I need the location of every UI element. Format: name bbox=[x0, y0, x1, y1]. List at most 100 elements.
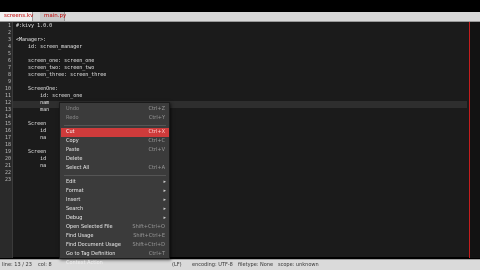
line-number: 3 bbox=[7, 37, 11, 43]
code-line: Screen bbox=[16, 121, 47, 127]
line-number: 9 bbox=[7, 79, 11, 85]
menu-item-label: Open Selected File bbox=[66, 224, 113, 230]
line-number: 11 bbox=[4, 93, 11, 99]
menu-item-label: Insert bbox=[66, 197, 81, 203]
code-line: id bbox=[16, 156, 47, 162]
line-number: 21 bbox=[4, 163, 11, 169]
line-number: 17 bbox=[4, 135, 11, 141]
menu-item-label: Cut bbox=[66, 129, 75, 135]
menu-item-undo[interactable]: Undo Ctrl+Z bbox=[61, 105, 169, 114]
menu-item-shortcut: Shift+Ctrl+E bbox=[133, 233, 165, 239]
menu-item-label: Redo bbox=[66, 115, 79, 121]
menu-separator bbox=[64, 175, 166, 176]
menu-item-redo[interactable]: Redo Ctrl+Y bbox=[61, 114, 169, 123]
status-eol-mode: (LF) bbox=[172, 262, 182, 268]
menu-item-label: Undo bbox=[66, 106, 80, 112]
code-line: na bbox=[16, 135, 47, 141]
status-filetype: filetype: None bbox=[238, 262, 274, 268]
menu-item-shortcut: Ctrl+T bbox=[148, 251, 165, 257]
status-scope: scope: unknown bbox=[278, 262, 319, 268]
context-menu: Undo Ctrl+Z Redo Ctrl+Y Cut Ctrl+X Copy Ctrl+C P… bbox=[59, 102, 170, 266]
code-line: ScreenOne: bbox=[16, 86, 59, 92]
code-line: id: screen_manager bbox=[16, 44, 83, 50]
line-number: 4 bbox=[7, 44, 11, 50]
line-number: 14 bbox=[4, 114, 11, 120]
menu-item-edit[interactable]: Edit ▸ bbox=[61, 178, 169, 187]
menu-item-label: Debug bbox=[66, 215, 83, 221]
code-line: <Manager>: bbox=[16, 37, 47, 43]
line-number: 20 bbox=[4, 156, 11, 162]
menu-item-select-all[interactable]: Select All Ctrl+A bbox=[61, 164, 169, 173]
status-col: col: 8 bbox=[38, 262, 52, 268]
video-frame: screens.kv main.py 1 2 3 4 5 6 7 8 9 10 11 12 13 14 15… bbox=[0, 0, 480, 270]
menu-item-search[interactable]: Search ▸ bbox=[61, 205, 169, 214]
menu-item-shortcut: Shift+Ctrl+D bbox=[132, 242, 166, 248]
tab-main-py[interactable]: main.py bbox=[40, 12, 66, 21]
line-number: 10 bbox=[4, 86, 11, 92]
line-number: 15 bbox=[4, 121, 11, 127]
menu-item-label: Paste bbox=[66, 147, 80, 153]
line-number: 5 bbox=[7, 51, 11, 57]
line-number: 22 bbox=[4, 170, 11, 176]
menu-item-context-action[interactable]: Context Action bbox=[61, 259, 169, 268]
code-line: id bbox=[16, 128, 47, 134]
menu-item-label: Copy bbox=[66, 138, 79, 144]
line-number: 6 bbox=[7, 58, 11, 64]
status-encoding: encoding: UTF-8 bbox=[192, 262, 233, 268]
menu-item-delete[interactable]: Delete bbox=[61, 155, 169, 164]
tab-bar: screens.kv main.py bbox=[0, 12, 480, 22]
line-number: 2 bbox=[7, 30, 11, 36]
menu-item-shortcut: Ctrl+A bbox=[148, 165, 165, 171]
menu-item-go-to-tag-definition[interactable]: Go to Tag Definition Ctrl+T bbox=[61, 250, 169, 259]
menu-item-label: Format bbox=[66, 188, 84, 194]
menu-item-paste[interactable]: Paste Ctrl+V bbox=[61, 146, 169, 155]
menu-item-shortcut: Ctrl+V bbox=[148, 147, 165, 153]
menu-item-shortcut: Ctrl+C bbox=[148, 138, 165, 144]
line-number-gutter: 1 2 3 4 5 6 7 8 9 10 11 12 13 14 15 16 17 18 19 20 21 22 23 bbox=[0, 22, 13, 258]
menu-item-open-selected-file[interactable]: Open Selected File Shift+Ctrl+O bbox=[61, 223, 169, 232]
code-line: na bbox=[16, 163, 47, 169]
menu-item-label: Delete bbox=[66, 156, 83, 162]
tab-screens-kv[interactable]: screens.kv bbox=[0, 12, 33, 21]
menu-item-cut[interactable]: Cut Ctrl+X bbox=[61, 128, 169, 137]
code-line: man bbox=[16, 107, 50, 113]
menu-item-debug[interactable]: Debug ▸ bbox=[61, 214, 169, 223]
menu-item-shortcut: Ctrl+Z bbox=[148, 106, 165, 112]
menu-item-label: Search bbox=[66, 206, 84, 212]
line-number: 16 bbox=[4, 128, 11, 134]
menu-item-copy[interactable]: Copy Ctrl+C bbox=[61, 137, 169, 146]
submenu-arrow-icon: ▸ bbox=[163, 206, 166, 212]
menu-item-label: Go to Tag Definition bbox=[66, 251, 116, 257]
menu-item-label: Find Usage bbox=[66, 233, 94, 239]
code-line: nam bbox=[16, 100, 50, 106]
menu-item-insert[interactable]: Insert ▸ bbox=[61, 196, 169, 205]
menu-item-shortcut: Ctrl+X bbox=[148, 129, 165, 135]
menu-item-find-usage[interactable]: Find Usage Shift+Ctrl+E bbox=[61, 232, 169, 241]
status-line: line: 13 / 23 bbox=[2, 262, 32, 268]
code-line: id: screen_one bbox=[16, 93, 83, 99]
code-line: Screen bbox=[16, 149, 47, 155]
menu-item-label: Select All bbox=[66, 165, 90, 171]
line-number: 18 bbox=[4, 142, 11, 148]
submenu-arrow-icon: ▸ bbox=[163, 197, 166, 203]
code-line: screen_one: screen_one bbox=[16, 58, 95, 64]
line-number: 23 bbox=[4, 177, 11, 183]
submenu-arrow-icon: ▸ bbox=[163, 215, 166, 221]
menu-item-shortcut: Ctrl+Y bbox=[148, 115, 165, 121]
line-number: 7 bbox=[7, 65, 11, 71]
menu-item-shortcut: Shift+Ctrl+O bbox=[132, 224, 165, 230]
line-number: 8 bbox=[7, 72, 11, 78]
line-number: 19 bbox=[4, 149, 11, 155]
menu-item-label: Edit bbox=[66, 179, 76, 185]
submenu-arrow-icon: ▸ bbox=[163, 188, 166, 194]
code-line: #:kivy 1.0.0 bbox=[16, 23, 53, 29]
code-line: screen_three: screen_three bbox=[16, 72, 107, 78]
code-line: screen_two: screen_two bbox=[16, 65, 95, 71]
menu-item-label: Find Document Usage bbox=[66, 242, 121, 248]
menu-item-format[interactable]: Format ▸ bbox=[61, 187, 169, 196]
vertical-scrollbar[interactable] bbox=[470, 22, 480, 258]
line-number: 12 bbox=[4, 100, 11, 106]
line-number: 13 bbox=[4, 107, 11, 113]
line-number: 1 bbox=[7, 23, 11, 29]
menu-item-find-document-usage[interactable]: Find Document Usage Shift+Ctrl+D bbox=[61, 241, 169, 250]
